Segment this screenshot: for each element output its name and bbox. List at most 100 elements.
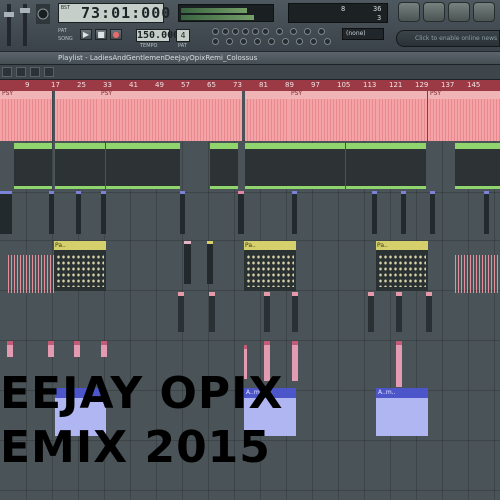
stop-button[interactable]: ■: [95, 29, 107, 40]
swing-knob[interactable]: [212, 28, 219, 35]
knob-8[interactable]: [290, 28, 297, 35]
timeline-ruler[interactable]: 9 17 25 33 41 49 57 65 73 81 89 97 105 113 121 129 137 14…: [0, 80, 500, 91]
pattern-clip[interactable]: [14, 143, 52, 189]
audio-clip[interactable]: PSY: [289, 90, 377, 141]
pattern-clip[interactable]: [210, 143, 238, 189]
pattern-clip[interactable]: [238, 191, 244, 234]
knob-2[interactable]: [222, 28, 229, 35]
pattern-clip[interactable]: [0, 191, 12, 234]
pattern-clip[interactable]: [455, 143, 500, 189]
pattern-clip[interactable]: [396, 292, 402, 332]
knob-4[interactable]: [242, 28, 249, 35]
track-lane[interactable]: [0, 191, 500, 241]
knob-13[interactable]: [240, 38, 247, 45]
pattern-clip[interactable]: Pa..: [244, 241, 296, 291]
ruler-tick: 9: [25, 81, 30, 89]
audio-clip[interactable]: [377, 91, 427, 141]
knob-6[interactable]: [262, 28, 269, 35]
mixer-button[interactable]: [473, 2, 495, 22]
knob-7[interactable]: [276, 28, 283, 35]
pattern-clip[interactable]: [484, 191, 489, 234]
play-button[interactable]: ▶: [80, 29, 92, 40]
pattern-clip[interactable]: [7, 341, 13, 357]
pattern-clip[interactable]: [178, 292, 184, 332]
pattern-number[interactable]: 4: [176, 29, 190, 42]
knob-10[interactable]: [318, 28, 325, 35]
clip-name: A..m..: [378, 389, 396, 396]
master-volume-slider[interactable]: [3, 2, 51, 48]
track-lane[interactable]: [0, 291, 500, 341]
ruler-tick: 105: [337, 81, 351, 89]
pattern-clip[interactable]: [101, 191, 106, 234]
record-button[interactable]: ●: [110, 29, 122, 40]
pattern-clip[interactable]: [430, 191, 435, 234]
playlist-window-button[interactable]: [398, 2, 420, 22]
knob-18[interactable]: [310, 38, 317, 45]
pattern-clip[interactable]: [207, 241, 213, 284]
audio-clip[interactable]: PSY: [99, 90, 242, 141]
pattern-clip[interactable]: [372, 191, 377, 234]
pattern-clip[interactable]: [426, 292, 432, 332]
pattern-clip[interactable]: [346, 143, 426, 189]
knob-19[interactable]: [324, 38, 331, 45]
pattern-clip[interactable]: Pa..: [54, 241, 106, 291]
pattern-clip[interactable]: [101, 341, 107, 357]
pattern-slot-label: PAT: [178, 43, 187, 49]
pattern-clip[interactable]: [368, 292, 374, 332]
pattern-clip[interactable]: [55, 143, 105, 189]
pattern-clip[interactable]: [48, 341, 54, 357]
pattern-clip[interactable]: [264, 292, 270, 332]
audio-clip[interactable]: PSY: [428, 90, 500, 141]
pattern-clip[interactable]: [292, 341, 298, 381]
snap-icon[interactable]: [16, 67, 26, 77]
knob-5[interactable]: [252, 28, 259, 35]
pattern-clip[interactable]: Pa..: [376, 241, 428, 291]
knob-17[interactable]: [296, 38, 303, 45]
pattern-clip[interactable]: [209, 292, 215, 332]
automation-clip[interactable]: A..m..: [376, 388, 428, 436]
polyphony-value: 36: [373, 5, 382, 13]
news-panel[interactable]: Click to enable online news: [396, 30, 500, 47]
ruler-tick: 81: [259, 81, 268, 89]
ruler-tick: 57: [181, 81, 190, 89]
piano-roll-button[interactable]: [448, 2, 470, 22]
audio-clip[interactable]: PSY: [0, 90, 52, 141]
knob-11[interactable]: [212, 38, 219, 45]
pattern-clip[interactable]: [106, 143, 180, 189]
memory-value: 3: [377, 14, 382, 22]
pattern-clip[interactable]: [401, 191, 406, 234]
tempo-display[interactable]: 150.000: [136, 29, 179, 42]
cpu-memory-panel: 8 36 3: [288, 3, 388, 23]
audio-clip[interactable]: [245, 91, 289, 141]
ruler-tick: 73: [233, 81, 242, 89]
pattern-clip[interactable]: [292, 292, 298, 332]
draw-tool-icon[interactable]: [30, 67, 40, 77]
knob-12[interactable]: [226, 38, 233, 45]
knob-15[interactable]: [268, 38, 275, 45]
audio-clip[interactable]: [55, 91, 99, 141]
output-meter: [178, 4, 274, 22]
playlist-tools: [0, 65, 500, 80]
knob-14[interactable]: [254, 38, 261, 45]
knob-16[interactable]: [282, 38, 289, 45]
preset-dropdown[interactable]: (none): [342, 28, 384, 40]
playlist-titlebar[interactable]: Playlist - LadiesAndGentlemenDeeJayOpixR…: [0, 52, 500, 65]
meter-right: [181, 15, 255, 20]
scroll-left-icon[interactable]: [2, 67, 12, 77]
knob-9[interactable]: [304, 28, 311, 35]
pattern-clip[interactable]: [76, 191, 81, 234]
pattern-clip[interactable]: [455, 255, 500, 293]
pattern-clip[interactable]: [184, 241, 191, 284]
pattern-clip[interactable]: [396, 341, 402, 387]
pattern-clip[interactable]: [245, 143, 345, 189]
step-sequencer-button[interactable]: [423, 2, 445, 22]
pattern-clip[interactable]: [180, 191, 185, 234]
pattern-clip[interactable]: [292, 191, 297, 234]
knob-3[interactable]: [232, 28, 239, 35]
paint-tool-icon[interactable]: [44, 67, 54, 77]
pattern-clip[interactable]: [8, 255, 54, 293]
ruler-tick: 65: [207, 81, 216, 89]
pattern-clip[interactable]: [49, 191, 54, 234]
song-label: SONG: [58, 36, 73, 42]
pattern-clip[interactable]: [74, 341, 80, 357]
